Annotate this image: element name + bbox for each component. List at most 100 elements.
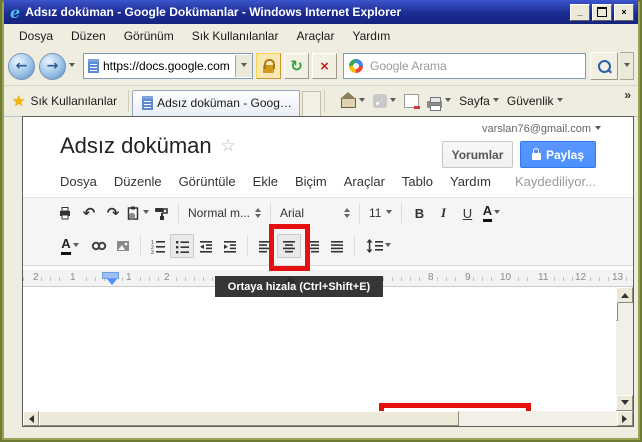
print-button[interactable] <box>424 93 454 110</box>
insert-image-button[interactable] <box>111 234 135 258</box>
line-spacing-button[interactable] <box>360 234 396 258</box>
toolbar-row-1: ↶ ↷ Normal m... Arial <box>23 198 633 228</box>
paste-button[interactable] <box>125 201 149 225</box>
docs-menu-ekle[interactable]: Ekle <box>253 174 278 189</box>
separator <box>359 203 360 223</box>
insert-link-button[interactable] <box>87 234 111 258</box>
back-button[interactable]: ← <box>8 53 35 80</box>
menu-yardim[interactable]: Yardım <box>343 26 399 46</box>
ruler-number: 10 <box>498 272 513 283</box>
menu-dosya[interactable]: Dosya <box>10 26 62 46</box>
numbered-list-button[interactable]: 123 <box>146 234 170 258</box>
stop-button[interactable]: × <box>312 53 337 79</box>
docs-menu-tablo[interactable]: Tablo <box>402 174 433 189</box>
share-button[interactable]: Paylaş <box>520 141 596 168</box>
new-tab-button[interactable] <box>302 91 321 116</box>
vertical-scrollbar[interactable] <box>616 287 633 411</box>
scroll-left-button[interactable] <box>23 411 39 426</box>
horizontal-scrollbar[interactable] <box>23 411 633 426</box>
star-document-icon[interactable]: ☆ <box>221 136 236 156</box>
increase-indent-button[interactable] <box>218 234 242 258</box>
page-menu-button[interactable]: Sayfa <box>456 92 502 110</box>
chevron-down-icon <box>557 98 563 105</box>
page-icon <box>88 59 99 73</box>
styles-select[interactable]: Normal m... <box>184 201 265 225</box>
separator <box>128 90 129 112</box>
close-button[interactable]: × <box>614 4 634 21</box>
document-canvas[interactable]: dijitalders.com ● MAHMUT ● BERK <box>23 287 616 411</box>
chevron-down-icon <box>595 126 601 133</box>
feeds-button[interactable] <box>370 92 399 110</box>
annotation-highlight-box <box>269 224 310 271</box>
bulleted-list-button[interactable] <box>170 234 194 258</box>
search-options-button[interactable] <box>620 52 634 80</box>
chevron-down-icon <box>494 210 500 217</box>
ruler-number: 2 <box>31 272 41 283</box>
tab-adsiz-dokuman[interactable]: Adsız doküman - Google D... <box>132 90 300 116</box>
scroll-up-button[interactable] <box>616 287 633 303</box>
chevron-down-icon <box>493 98 499 105</box>
address-dropdown-button[interactable] <box>235 55 252 77</box>
separator <box>354 236 355 256</box>
decrease-indent-button[interactable] <box>194 234 218 258</box>
read-mail-button[interactable] <box>401 92 422 110</box>
margin-marker[interactable] <box>102 272 119 279</box>
clipboard-icon <box>125 205 141 221</box>
history-dropdown-icon[interactable] <box>69 63 75 70</box>
toolbar-overflow-button[interactable]: » <box>624 88 631 102</box>
justify-button[interactable] <box>325 234 349 258</box>
search-input[interactable] <box>368 58 585 74</box>
url-text[interactable]: https://docs.google.com <box>103 59 235 73</box>
security-menu-button[interactable]: Güvenlik <box>504 92 566 110</box>
menu-sik-kullanilanlar[interactable]: Sık Kullanılanlar <box>183 26 288 46</box>
menu-araclar[interactable]: Araçlar <box>287 26 343 46</box>
undo-button[interactable]: ↶ <box>77 201 101 225</box>
docs-menu-dosya[interactable]: Dosya <box>60 174 97 189</box>
ie-logo-icon: e <box>10 3 20 22</box>
document-title[interactable]: Adsız doküman <box>60 133 212 159</box>
print-button[interactable] <box>53 201 77 225</box>
refresh-icon: ↻ <box>290 57 303 75</box>
bold-button[interactable]: B <box>407 201 431 225</box>
forward-button[interactable]: → <box>39 53 66 80</box>
scroll-right-button[interactable] <box>617 411 633 426</box>
scroll-track[interactable] <box>459 411 617 426</box>
browser-window: e Adsız doküman - Google Dokümanlar - Wi… <box>0 0 642 442</box>
docs-menu-duzenle[interactable]: Düzenle <box>114 174 162 189</box>
vertical-scroll-thumb[interactable] <box>616 302 618 321</box>
ruler-number: 11 <box>536 272 550 283</box>
scroll-down-button[interactable] <box>616 395 633 411</box>
highlight-color-button[interactable]: A <box>53 234 87 258</box>
favorites-button[interactable]: ★ Sık Kullanılanlar <box>4 92 125 110</box>
account-menu[interactable]: varslan76@gmail.com <box>482 123 601 135</box>
text-color-button[interactable]: A <box>479 201 503 225</box>
redo-button[interactable]: ↷ <box>101 201 125 225</box>
menu-duzen[interactable]: Düzen <box>62 26 115 46</box>
maximize-button[interactable] <box>592 4 612 21</box>
refresh-button[interactable]: ↻ <box>284 53 309 79</box>
search-box[interactable] <box>343 53 586 79</box>
justify-icon <box>329 238 345 254</box>
italic-button[interactable]: I <box>431 201 455 225</box>
address-bar[interactable]: https://docs.google.com <box>83 53 253 79</box>
paint-format-button[interactable] <box>149 201 173 225</box>
docs-menu-bicim[interactable]: Biçim <box>295 174 327 189</box>
home-button[interactable] <box>338 92 368 110</box>
font-select[interactable]: Arial <box>276 201 354 225</box>
underline-button[interactable]: U <box>455 201 479 225</box>
minimize-button[interactable]: _ <box>570 4 590 21</box>
search-button[interactable] <box>590 52 618 80</box>
docs-menu-yardim[interactable]: Yardım <box>450 174 491 189</box>
font-size-select[interactable]: 11 <box>365 201 396 225</box>
comments-button[interactable]: Yorumlar <box>442 141 513 168</box>
numbered-list-icon: 123 <box>150 238 166 254</box>
rss-icon <box>373 94 387 108</box>
security-lock-button[interactable] <box>256 53 281 79</box>
horizontal-scroll-thumb[interactable] <box>39 411 459 426</box>
docs-menu-goruntule[interactable]: Görüntüle <box>179 174 236 189</box>
ie-menu-bar: Dosya Düzen Görünüm Sık Kullanılanlar Ar… <box>4 24 638 48</box>
outdent-icon <box>198 238 214 254</box>
menu-gorunum[interactable]: Görünüm <box>115 26 183 46</box>
mail-icon <box>404 94 419 108</box>
docs-menu-araclar[interactable]: Araçlar <box>344 174 385 189</box>
